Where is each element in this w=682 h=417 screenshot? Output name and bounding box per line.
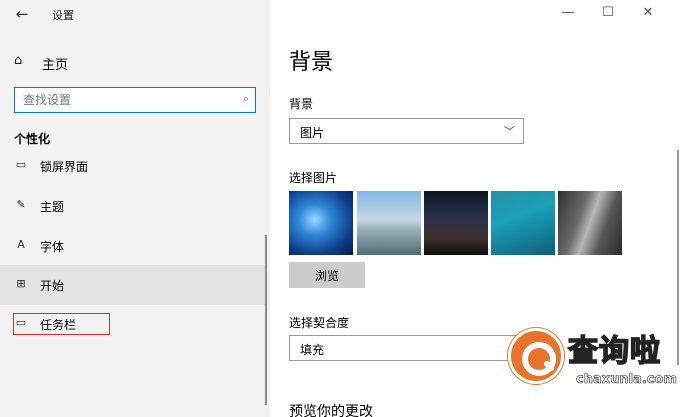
- select-value: 填充: [300, 343, 325, 357]
- minimize-icon[interactable]: —: [558, 5, 578, 20]
- lock-screen-icon: ▭: [15, 158, 27, 171]
- thumbnail-underwater[interactable]: [491, 191, 555, 255]
- app-title: 设置: [52, 9, 74, 22]
- watermark: 查询啦 chaxunla.com: [508, 324, 678, 392]
- preview-label: 预览你的更改: [289, 404, 373, 417]
- sidebar-item-start[interactable]: ⊞ 开始: [0, 265, 265, 305]
- select-value: 图片: [300, 126, 325, 140]
- picture-thumbnails: [289, 191, 624, 255]
- maximize-icon[interactable]: ☐: [598, 5, 618, 20]
- choose-picture-label: 选择图片: [289, 171, 338, 185]
- sidebar-item-theme[interactable]: ✎ 主题: [0, 186, 265, 226]
- background-type-select[interactable]: 图片 ﹀: [289, 118, 524, 144]
- search-box[interactable]: ⌕: [14, 87, 256, 113]
- sidebar-item-lock-screen[interactable]: ▭ 锁屏界面: [0, 146, 265, 186]
- page-title: 背景: [289, 50, 334, 75]
- theme-icon: ✎: [16, 198, 26, 211]
- sidebar-item-label: 锁屏界面: [40, 160, 89, 174]
- close-icon[interactable]: ✕: [638, 5, 658, 20]
- fit-label: 选择契合度: [289, 316, 350, 330]
- sidebar-item-font[interactable]: A 字体: [0, 226, 265, 266]
- sidebar-item-home[interactable]: ⌂ 主页: [0, 48, 270, 76]
- sidebar-item-label: 主页: [42, 58, 69, 73]
- thumbnail-night-sky[interactable]: [424, 191, 488, 255]
- back-arrow-icon[interactable]: ←: [12, 5, 32, 23]
- highlight-box: [13, 313, 110, 335]
- start-icon: ⊞: [16, 277, 26, 290]
- thumbnail-windows[interactable]: [289, 191, 353, 255]
- sidebar-scrollbar[interactable]: [265, 235, 267, 405]
- search-icon[interactable]: ⌕: [243, 92, 249, 106]
- watermark-text: 查询啦: [567, 333, 661, 370]
- home-icon: ⌂: [14, 53, 23, 68]
- window-controls: — ☐ ✕: [552, 0, 682, 28]
- background-label: 背景: [289, 97, 314, 111]
- search-input[interactable]: [23, 91, 223, 109]
- section-title: 个性化: [14, 132, 51, 146]
- watermark-url: chaxunla.com: [576, 372, 678, 388]
- sidebar-item-label: 开始: [40, 279, 65, 293]
- watermark-logo-icon: [508, 328, 564, 384]
- sidebar: ← 设置 ⌂ 主页 ⌕ 个性化 ▭ 锁屏界面 ✎ 主题 A 字体 ⊞ 开始 ▭ …: [0, 0, 270, 417]
- font-icon: A: [17, 238, 25, 251]
- chevron-down-icon: ﹀: [504, 125, 515, 138]
- thumbnail-rock[interactable]: [558, 191, 622, 255]
- thumbnail-beach[interactable]: [357, 191, 421, 255]
- sidebar-item-label: 字体: [40, 240, 65, 254]
- fit-select[interactable]: 填充: [289, 335, 524, 361]
- title-bar: ← 设置: [0, 0, 270, 30]
- browse-button[interactable]: 浏览: [289, 262, 365, 288]
- sidebar-item-label: 主题: [40, 200, 65, 214]
